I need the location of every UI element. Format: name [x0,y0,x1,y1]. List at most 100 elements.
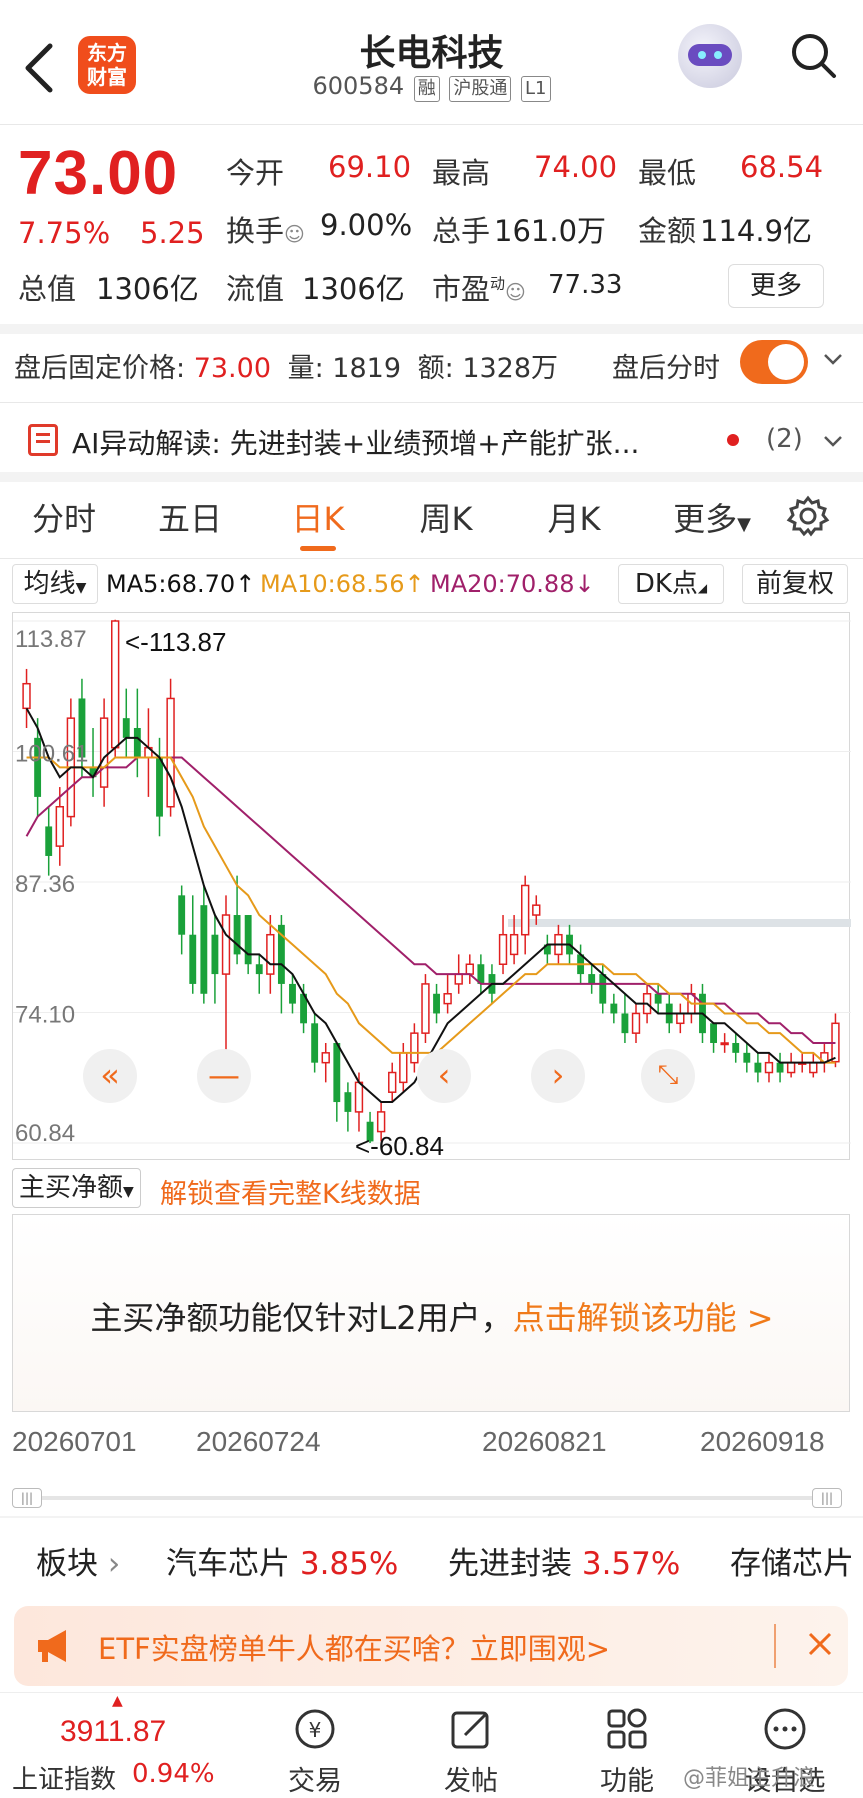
candle-up [388,1071,397,1093]
current-price: 73.00 [18,139,179,208]
sector-name: 汽车芯片 [166,1546,290,1582]
close-icon[interactable] [800,1624,840,1664]
high-label: 最高 [432,156,491,190]
index-name[interactable]: 上证指数 [12,1759,116,1796]
candle-down [588,974,596,984]
tab-weekly-k[interactable]: 周K [404,494,488,540]
adjust-button[interactable]: 前复权 [742,564,848,604]
candle-up [465,963,474,975]
page-left-fast-icon[interactable]: « [83,1049,137,1103]
after-hours-toggle-label: 盘后分时 [612,353,720,384]
tab-intraday[interactable]: 分时 [22,494,106,540]
tag-stock-connect: 沪股通 [449,76,512,102]
scroll-track [32,1496,832,1500]
scroll-handle-right[interactable]: ||| [812,1488,842,1508]
kline-chart[interactable]: 113.87 100.61 87.36 74.10 60.84 <-113.87 <-6… [12,612,851,1161]
y-tick-label: 87.36 [15,871,75,898]
resistance-band [508,919,851,927]
tab-monthly-k[interactable]: 月K [532,494,616,540]
candle-down [233,915,241,955]
candle-up [410,1032,419,1064]
unlock-kline-link[interactable]: 解锁查看完整K线数据 [160,1172,421,1211]
gear-icon[interactable] [786,494,830,538]
tab-more[interactable]: 更多▼ [664,494,760,540]
ma-selector-label: 均线 [23,569,76,599]
ai-assistant-icon[interactable] [678,24,742,88]
search-icon[interactable] [788,30,840,82]
candle-down [133,727,141,758]
zoom-out-icon[interactable]: — [197,1049,251,1103]
candle-up [266,933,275,975]
low-label: 最低 [638,156,697,190]
ah-price-label: 盘后固定价格: [14,353,186,384]
tag-level: L1 [521,76,551,102]
pe-label-text: 市盈 [432,272,491,306]
sector-name: 先进封装 [448,1546,572,1582]
sector-item-advanced-packaging[interactable]: 先进封装 3.57% [448,1538,680,1583]
promo-banner[interactable]: ETF实盘榜单牛人都在买啥？立即围观> [14,1606,848,1686]
candle-up [764,1061,774,1074]
chevron-down-icon[interactable] [822,348,844,376]
after-hours-toggle[interactable] [740,340,808,384]
dk-label: DK点 [634,569,698,599]
nav-post-label: 发帖 [444,1766,498,1797]
index-value[interactable]: 3911.87 [60,1715,166,1749]
promo-banner-text[interactable]: ETF实盘榜单牛人都在买啥？立即围观> [98,1626,610,1668]
date-label-2: 20260724 [196,1426,321,1457]
scroll-handle-left[interactable]: ||| [12,1488,42,1508]
fullscreen-icon[interactable]: ⤡ [641,1049,695,1103]
ah-vol: 1819 [332,353,402,384]
candle-down [710,1023,718,1043]
candle-down [244,915,252,965]
turnover-label: 换手☺ [226,208,305,250]
next-icon[interactable]: › [531,1049,585,1103]
sector-item-memory-chip[interactable]: 存储芯片 [730,1538,854,1583]
unlock-feature-link[interactable]: 点击解锁该功能 > [513,1299,774,1337]
time-scrollbar[interactable]: ||| ||| [12,1488,842,1508]
volume-label: 总手 [432,214,491,248]
ai-chevron-down-icon[interactable] [822,430,844,458]
volume-value: 161.0万 [494,214,607,248]
tab-five-day[interactable]: 五日 [148,494,232,540]
main-buy-selector[interactable]: 主买净额▼ [12,1168,141,1208]
sector-name: 存储芯片 [730,1546,854,1582]
candle-down [255,964,263,975]
sector-pct: 3.57% [581,1546,681,1582]
sector-label[interactable]: 板块 › [36,1538,120,1583]
date-label-4: 20260918 [700,1426,825,1457]
pe-value: 77.33 [548,270,623,300]
ma5-value: MA5:68.70↑ [106,570,256,598]
candle-up [354,1081,364,1113]
dk-corner-icon: ◢ [697,581,708,595]
candle-down [621,1013,629,1034]
candle-up [166,697,175,808]
candle-up [786,1061,796,1074]
candle-down [654,993,662,1004]
dk-point-button[interactable]: DK点◢ [618,564,724,604]
candle-down [289,983,296,1004]
main-buy-message: 主买净额功能仅针对L2用户，点击解锁该功能 > [13,1293,851,1339]
ai-insight-text[interactable]: AI异动解读: 先进封装+业绩预增+产能扩张... [72,422,702,462]
sector-item-auto-chip[interactable]: 汽车芯片 3.85% [166,1538,398,1583]
candle-up [443,993,452,1005]
pe-info-icon[interactable]: ☺ [505,280,526,304]
amount-label: 金额 [638,214,697,248]
candle-up [111,620,120,749]
info-icon[interactable]: ☺ [284,222,305,246]
candle-up [99,717,109,788]
ai-count: (2) [766,424,803,454]
more-quote-button[interactable]: 更多 [728,264,824,308]
candle-down [754,1062,762,1073]
svg-text:¥: ¥ [309,1718,322,1742]
tab-more-label: 更多 [673,500,738,538]
ma20-value: MA20:70.88↓ [430,570,595,598]
tab-daily-k[interactable]: 日K [276,494,360,540]
candle-up [809,1061,818,1074]
ma-selector[interactable]: 均线▼ [12,564,98,604]
candle-up [676,1012,685,1025]
max-price-label: <-113.87 [125,627,226,657]
watermark: @菲姐主升浪 [683,1766,816,1791]
prev-icon[interactable]: ‹ [417,1049,471,1103]
candle-down [45,826,53,856]
float-label: 流值 [226,272,285,306]
